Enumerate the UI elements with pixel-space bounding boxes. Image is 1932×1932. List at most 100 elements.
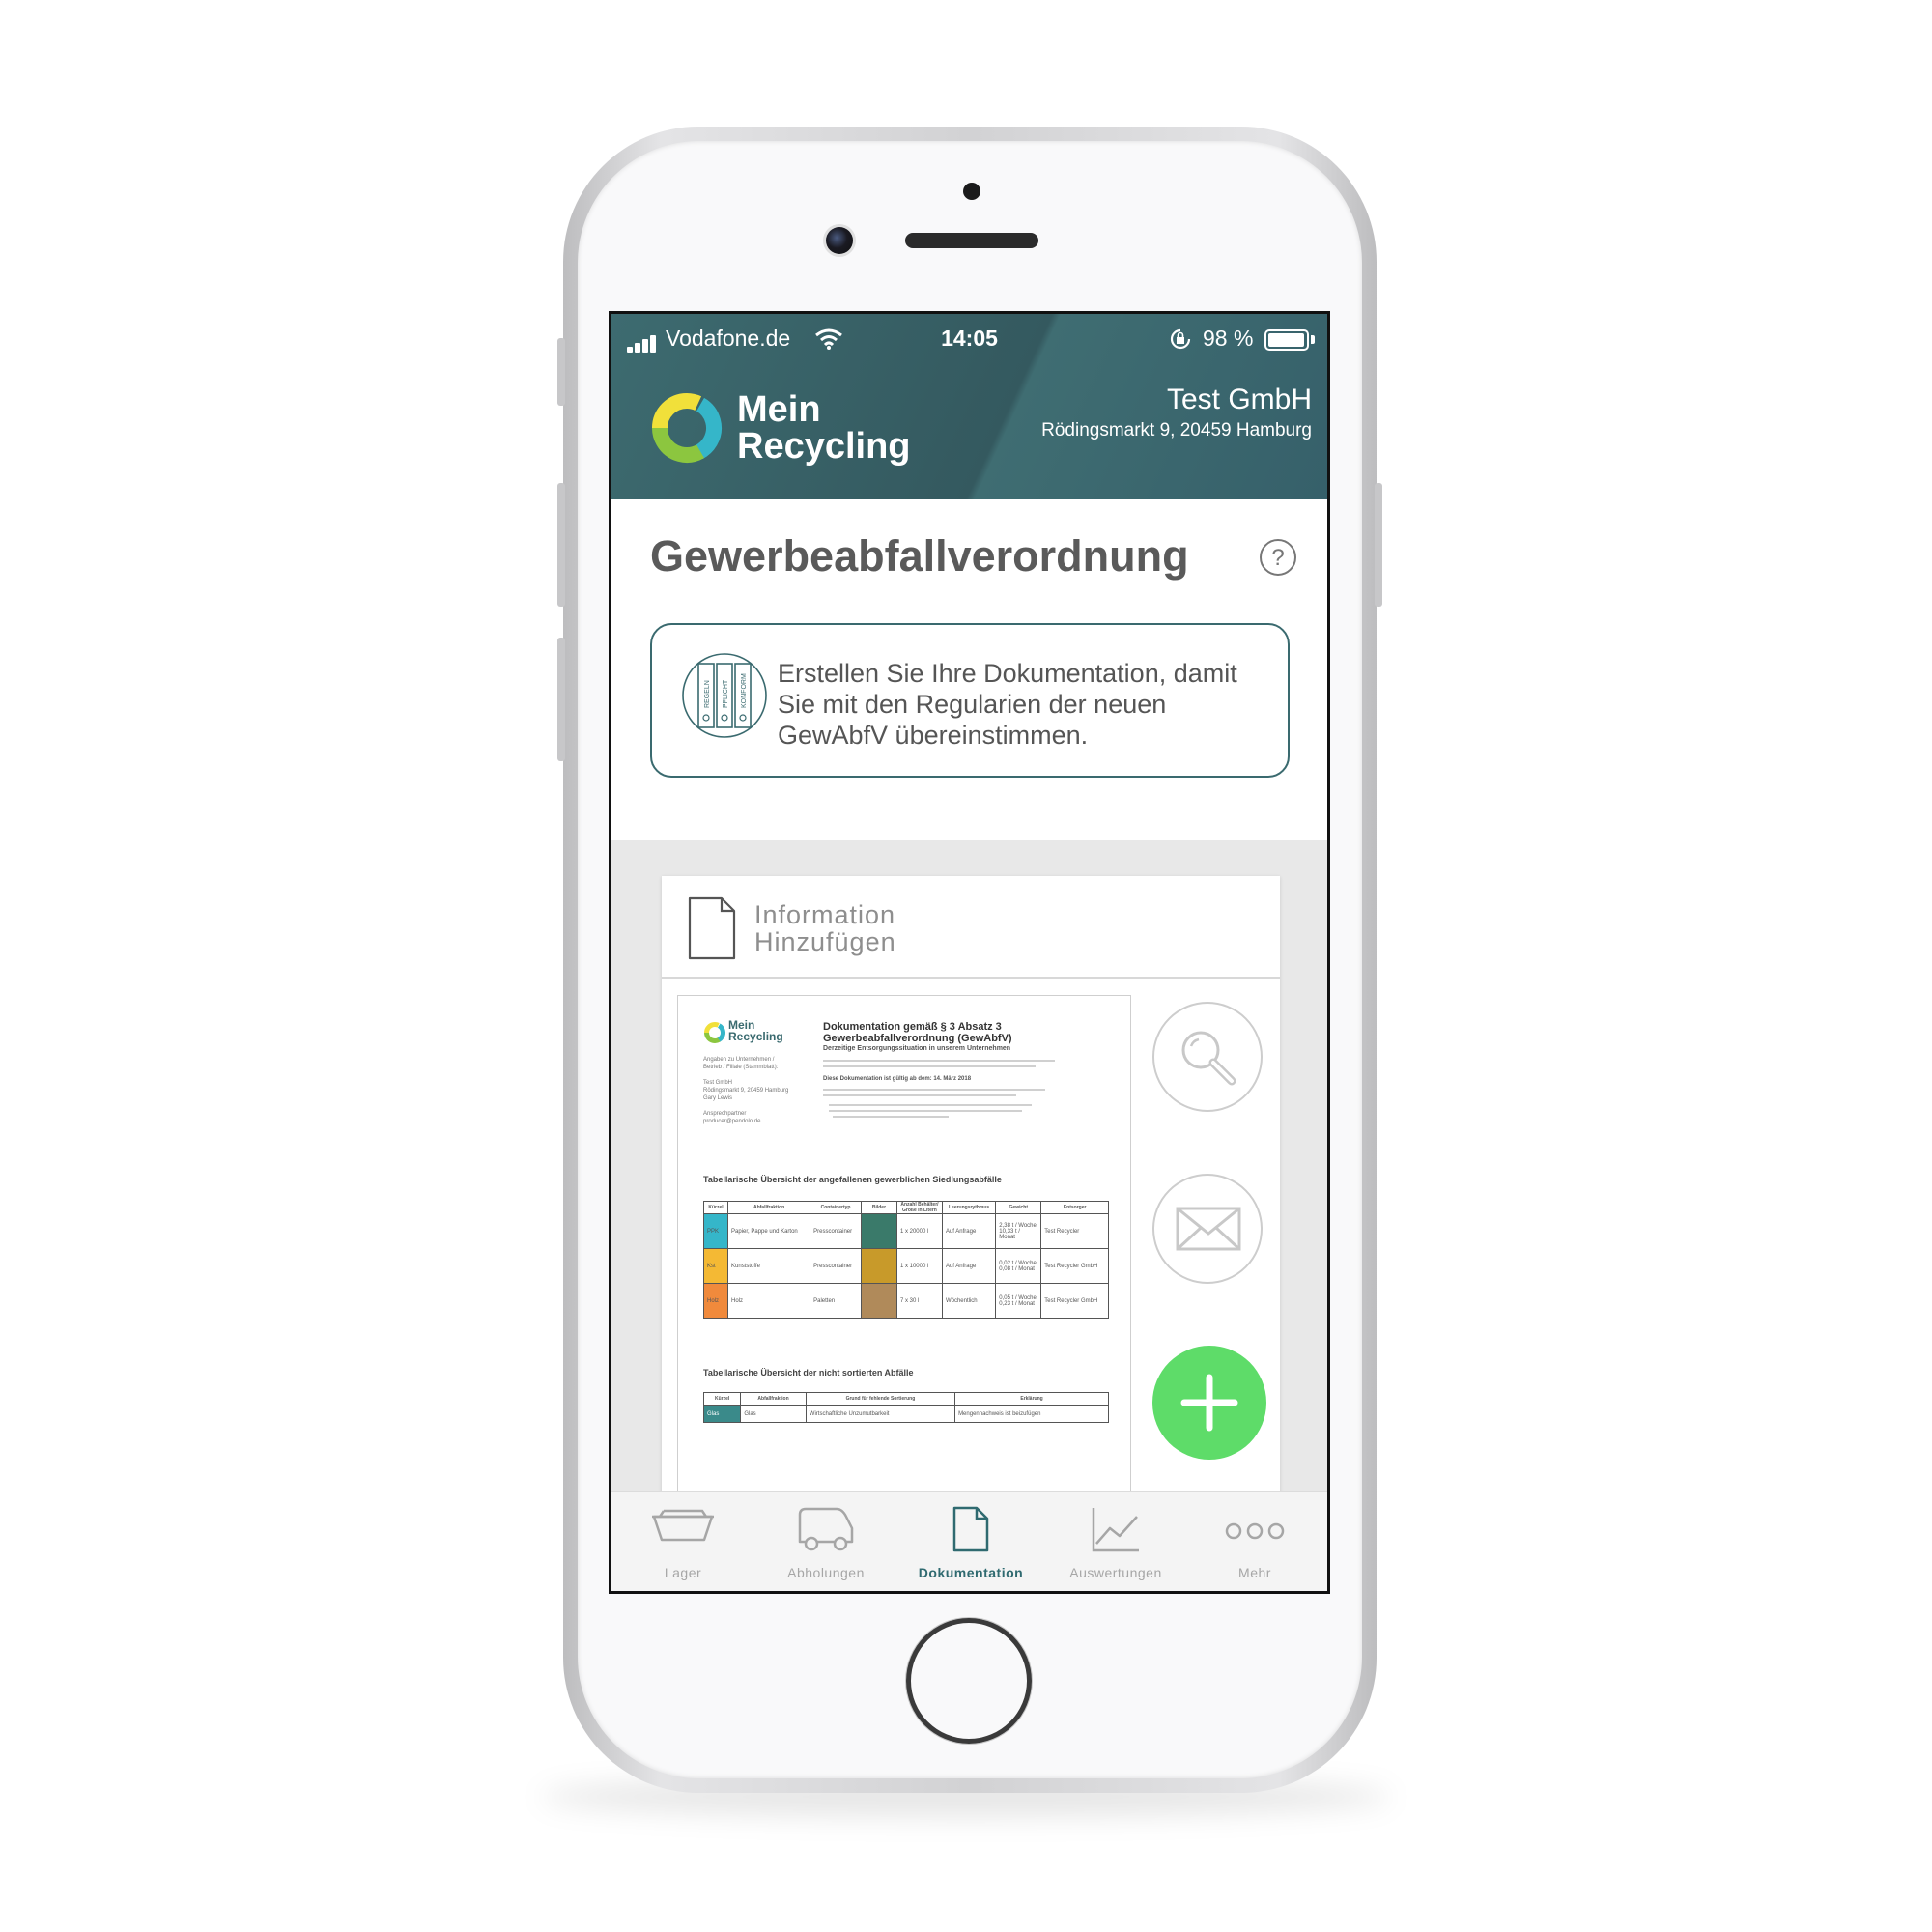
preview-section-2-title: Tabellarische Übersicht der nicht sortie… (703, 1368, 914, 1378)
preview-left-line: Betrieb / Filiale (Stammblatt): (703, 1065, 779, 1070)
preview-text-line (829, 1110, 1022, 1112)
front-camera (826, 227, 853, 254)
preview-subheading: Derzeitige Entsorgungssituation in unser… (823, 1045, 1011, 1052)
envelope-icon (1176, 1207, 1241, 1251)
t1-header: Gewicht (995, 1201, 1042, 1214)
tab-auswertungen[interactable]: Auswertungen (1044, 1492, 1187, 1591)
tab-label: Mehr (1238, 1565, 1271, 1580)
preview-logo-text: Mein Recycling (728, 1019, 783, 1042)
battery-tip (1311, 335, 1315, 344)
t1-image (860, 1248, 897, 1284)
tab-label: Dokumentation (918, 1565, 1024, 1580)
chart-icon (1092, 1508, 1139, 1552)
t1-code: Holz (702, 1283, 729, 1319)
tab-mehr[interactable]: Mehr (1183, 1492, 1326, 1591)
brand-line-2: Recycling (737, 426, 911, 467)
document-preview[interactable]: Mein Recycling Dokumentation gemäß § 3 A… (677, 995, 1131, 1538)
preview-left-block: Angaben zu Unternehmen / Betrieb / Filia… (703, 1056, 788, 1125)
brand-wordmark: Mein Recycling (737, 391, 911, 465)
preview-left-line: Ansprechpartner (703, 1111, 747, 1117)
front-sensor (963, 183, 980, 200)
document-card: Information Hinzufügen Mein Recycling Do… (662, 876, 1280, 1552)
preview-text-line (833, 1116, 949, 1118)
t1-code: Kst (702, 1248, 729, 1284)
help-question-icon[interactable]: ? (1259, 538, 1297, 577)
t1-rhythm: Wöchentlich (941, 1283, 997, 1319)
preview-left-line: Test GmbH (703, 1080, 733, 1086)
battery-percent: 98 % (1203, 326, 1254, 351)
battery-icon (1264, 329, 1309, 351)
preview-text-line (823, 1089, 1045, 1091)
t1-disposer: Test Recycler GmbH (1040, 1283, 1109, 1319)
tab-label: Abholungen (787, 1565, 865, 1580)
preview-left-line: producer@pendolo.de (703, 1119, 761, 1124)
tab-lager[interactable]: Lager (611, 1492, 754, 1591)
t1-weight: 0,05 t / Woche 0,23 t / Monat (995, 1283, 1042, 1319)
preview-text-line (823, 1094, 1016, 1096)
t1-count: 1 x 10000 l (895, 1248, 943, 1284)
banner-text: Erstellen Sie Ihre Dokumentation, damit … (778, 659, 1237, 750)
preview-search-button[interactable] (1152, 1002, 1263, 1112)
card-title-line-1: Information (754, 900, 896, 929)
preview-left-line: Rödingsmarkt 9, 20459 Hamburg (703, 1088, 789, 1094)
tab-label: Auswertungen (1069, 1565, 1162, 1580)
t1-header: Anzahl Behälter/ Größe in Litern (895, 1201, 943, 1214)
card-title-line-2: Hinzufügen (754, 927, 896, 956)
t1-weight: 2,38 t / Woche 10,33 t / Monat (995, 1213, 1042, 1249)
document-icon (952, 1506, 989, 1552)
t2-explanation: Mengennachweis ist beizufügen (954, 1405, 1109, 1423)
preview-left-line (703, 1071, 788, 1079)
page-title: Gewerbeabfallverordnung (650, 531, 1189, 581)
recycling-ring-logo-icon (652, 393, 722, 463)
company-address: Rödingsmarkt 9, 20459 Hamburg (1041, 420, 1312, 440)
t1-rhythm: Auf Anfrage (941, 1213, 997, 1249)
preview-validity: Diese Dokumentation ist gültig ab dem: 1… (823, 1076, 972, 1082)
t1-count: 1 x 20000 l (895, 1213, 943, 1249)
t1-fraction: Holz (727, 1283, 811, 1319)
truck-icon (798, 1507, 854, 1551)
t2-header: Abfallfraktion (740, 1392, 807, 1406)
add-document-button[interactable] (1152, 1346, 1266, 1460)
t1-container: Presscontainer (810, 1213, 862, 1249)
app-header: Vodafone.de 14:05 98 % Mein Recycling Te… (611, 314, 1327, 499)
add-information-row[interactable]: Information Hinzufügen (662, 876, 1280, 979)
t1-disposer: Test Recycler (1040, 1213, 1109, 1249)
t1-header: Containertyp (810, 1201, 862, 1214)
plus-icon (1180, 1374, 1238, 1432)
t2-reason: Wirtschaftliche Unzumutbarkeit (805, 1405, 956, 1423)
preview-section-1-title: Tabellarische Übersicht der angefallenen… (703, 1175, 1002, 1184)
info-banner: REGELN PFLICHT KONFORM Erstellen Sie Ihr… (650, 623, 1290, 778)
add-information-label: Information Hinzufügen (754, 901, 896, 955)
volume-up-button (557, 483, 565, 607)
preview-text-line (823, 1065, 1036, 1067)
tab-label: Lager (664, 1565, 702, 1580)
t1-container: Presscontainer (810, 1248, 862, 1284)
company-name: Test GmbH (1166, 384, 1312, 415)
t1-header: Leerungsrythmus (941, 1201, 997, 1214)
preview-heading-1: Dokumentation gemäß § 3 Absatz 3 (823, 1021, 1002, 1033)
t2-header: Grund für fehlende Sortierung (805, 1392, 956, 1406)
preview-table-2: Kürzel Abfallfraktion Grund für fehlende… (702, 1392, 1109, 1423)
t1-header: Kürzel (702, 1201, 729, 1214)
brand-line-1: Mein (737, 389, 821, 430)
battery-fill (1268, 333, 1304, 347)
t2-header: Kürzel (702, 1392, 742, 1406)
preview-left-line (703, 1102, 788, 1110)
magnifier-icon (1181, 1031, 1236, 1086)
t1-rhythm: Auf Anfrage (941, 1248, 997, 1284)
t2-code: Glas (702, 1405, 742, 1423)
preview-text-line (823, 1060, 1055, 1062)
binder-label-1: REGELN (704, 680, 711, 708)
t1-header: Entsorger (1040, 1201, 1109, 1214)
tab-bar: Lager Abholungen Dokumentation Auswertun… (611, 1491, 1327, 1591)
tab-abholungen[interactable]: Abholungen (754, 1492, 897, 1591)
home-button[interactable] (906, 1618, 1032, 1744)
binder-label-3: KONFORM (741, 673, 748, 708)
power-button (1375, 483, 1382, 607)
tab-dokumentation[interactable]: Dokumentation (897, 1492, 1044, 1591)
t1-code: PPK (702, 1213, 729, 1249)
phone-screen: Vodafone.de 14:05 98 % Mein Recycling Te… (609, 311, 1330, 1594)
preview-text-line (829, 1104, 1032, 1106)
send-email-button[interactable] (1152, 1174, 1263, 1284)
preview-logo-icon (704, 1022, 725, 1043)
